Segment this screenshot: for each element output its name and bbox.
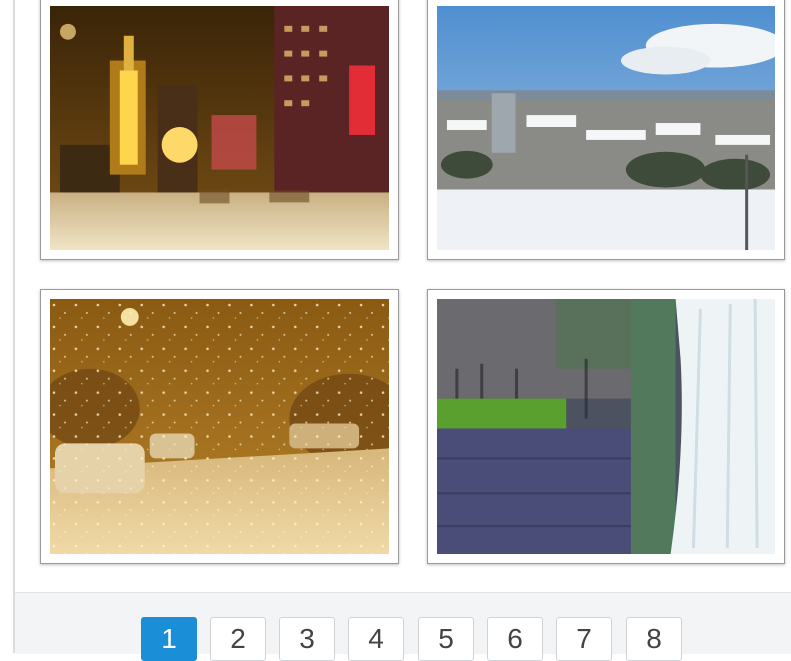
page-8-button[interactable]: 8 <box>626 617 682 661</box>
gallery-thumbnail-1[interactable] <box>40 0 399 260</box>
night-snow-clocktower-photo <box>50 6 389 250</box>
waterfall-cliff-photo <box>437 299 775 554</box>
page-5-button[interactable]: 5 <box>418 617 474 661</box>
page-1-button[interactable]: 1 <box>141 617 197 661</box>
gallery-thumbnail-3[interactable] <box>40 289 399 564</box>
page-4-button[interactable]: 4 <box>348 617 404 661</box>
snowfall-street-night-photo <box>50 299 389 554</box>
page-2-button[interactable]: 2 <box>210 617 266 661</box>
pagination-bar: 1 2 3 4 5 6 7 8 <box>15 592 791 661</box>
snowy-city-panorama-photo <box>437 6 775 250</box>
page-7-button[interactable]: 7 <box>556 617 612 661</box>
gallery-thumbnail-4[interactable] <box>427 289 785 564</box>
gallery-thumbnail-2[interactable] <box>427 0 785 260</box>
page-6-button[interactable]: 6 <box>487 617 543 661</box>
page-3-button[interactable]: 3 <box>279 617 335 661</box>
photo-gallery <box>0 0 791 590</box>
